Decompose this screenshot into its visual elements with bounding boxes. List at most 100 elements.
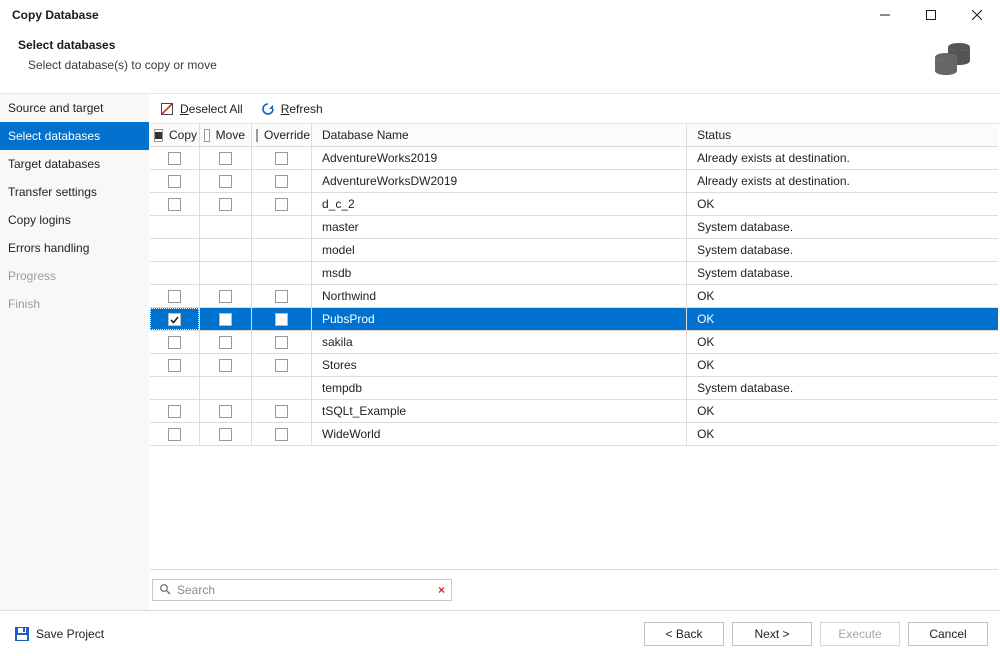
- table-row[interactable]: WideWorld OK: [150, 423, 998, 446]
- wizard-step-progress: Progress: [0, 262, 149, 290]
- save-project-button[interactable]: Save Project: [10, 622, 108, 646]
- copy-checkbox[interactable]: [168, 175, 181, 188]
- database-name: AdventureWorks2019: [322, 151, 437, 165]
- wizard-step-target-databases[interactable]: Target databases: [0, 150, 149, 178]
- override-checkbox[interactable]: [275, 175, 288, 188]
- table-row[interactable]: Stores OK: [150, 354, 998, 377]
- col-header-override[interactable]: Override: [252, 124, 312, 146]
- copy-checkbox[interactable]: [168, 290, 181, 303]
- database-status: System database.: [697, 381, 793, 395]
- table-row[interactable]: tSQLt_Example OK: [150, 400, 998, 423]
- titlebar: Copy Database: [0, 0, 1000, 30]
- copy-checkbox[interactable]: [168, 359, 181, 372]
- col-header-database-name[interactable]: Database Name: [312, 124, 687, 146]
- copy-checkbox[interactable]: [168, 152, 181, 165]
- move-checkbox[interactable]: [219, 175, 232, 188]
- database-name: Stores: [322, 358, 357, 372]
- database-status: OK: [697, 335, 714, 349]
- copy-checkbox[interactable]: [168, 405, 181, 418]
- table-row[interactable]: msdbSystem database.: [150, 262, 998, 285]
- move-checkbox[interactable]: [219, 405, 232, 418]
- copy-checkbox[interactable]: [168, 428, 181, 441]
- database-status: Already exists at destination.: [697, 174, 850, 188]
- database-name: tSQLt_Example: [322, 404, 406, 418]
- database-status: OK: [697, 427, 714, 441]
- database-status: System database.: [697, 266, 793, 280]
- table-row[interactable]: model System database.: [150, 239, 998, 262]
- database-status: OK: [697, 358, 714, 372]
- table-row[interactable]: sakilaOK: [150, 331, 998, 354]
- override-checkbox[interactable]: [275, 313, 288, 326]
- save-icon: [14, 626, 30, 642]
- clear-search-button[interactable]: ×: [438, 583, 445, 597]
- move-checkbox[interactable]: [219, 152, 232, 165]
- copy-checkbox[interactable]: [168, 313, 181, 326]
- move-checkbox[interactable]: [219, 336, 232, 349]
- move-checkbox[interactable]: [219, 198, 232, 211]
- table-row[interactable]: AdventureWorks2019 Already exists at dest…: [150, 147, 998, 170]
- back-button[interactable]: < Back: [644, 622, 724, 646]
- override-checkbox[interactable]: [275, 428, 288, 441]
- override-checkbox[interactable]: [275, 336, 288, 349]
- override-checkbox[interactable]: [275, 152, 288, 165]
- wizard-step-copy-logins[interactable]: Copy logins: [0, 206, 149, 234]
- search-input[interactable]: Search ×: [152, 579, 452, 601]
- refresh-icon: [261, 102, 275, 116]
- cancel-button[interactable]: Cancel: [908, 622, 988, 646]
- move-checkbox[interactable]: [219, 428, 232, 441]
- wizard-step-select-databases[interactable]: Select databases: [0, 122, 149, 150]
- database-status: System database.: [697, 243, 793, 257]
- grid-toolbar: Deselect All Refresh: [150, 94, 1000, 124]
- col-header-copy[interactable]: Copy: [150, 124, 200, 146]
- search-icon: [159, 583, 171, 598]
- next-button[interactable]: Next >: [732, 622, 812, 646]
- copy-checkbox[interactable]: [168, 336, 181, 349]
- override-checkbox[interactable]: [275, 359, 288, 372]
- wizard-step-source-and-target[interactable]: Source and target: [0, 94, 149, 122]
- move-checkbox[interactable]: [219, 313, 232, 326]
- refresh-button[interactable]: Refresh: [261, 102, 323, 116]
- database-name: master: [322, 220, 359, 234]
- close-button[interactable]: [954, 0, 1000, 30]
- table-row[interactable]: PubsProdOK: [150, 308, 998, 331]
- wizard-step-transfer-settings[interactable]: Transfer settings: [0, 178, 149, 206]
- execute-button[interactable]: Execute: [820, 622, 900, 646]
- move-checkbox[interactable]: [219, 290, 232, 303]
- col-header-move[interactable]: Move: [200, 124, 252, 146]
- move-checkbox[interactable]: [219, 359, 232, 372]
- database-status: OK: [697, 197, 714, 211]
- database-status: OK: [697, 404, 714, 418]
- table-row[interactable]: Northwind OK: [150, 285, 998, 308]
- database-name: model: [322, 243, 355, 257]
- copy-checkbox[interactable]: [168, 198, 181, 211]
- wizard-header: Select databases Select database(s) to c…: [0, 30, 1000, 93]
- header-override-checkbox[interactable]: [256, 129, 258, 142]
- deselect-icon: [160, 102, 174, 116]
- database-status: OK: [697, 289, 714, 303]
- wizard-step-finish: Finish: [0, 290, 149, 318]
- database-status: OK: [697, 312, 714, 326]
- table-row[interactable]: AdventureWorksDW2019Already exists at de…: [150, 170, 998, 193]
- page-title: Select databases: [18, 38, 932, 52]
- deselect-all-button[interactable]: Deselect All: [160, 102, 243, 116]
- override-checkbox[interactable]: [275, 405, 288, 418]
- database-status: Already exists at destination.: [697, 151, 850, 165]
- database-name: tempdb: [322, 381, 362, 395]
- minimize-button[interactable]: [862, 0, 908, 30]
- database-name: Northwind: [322, 289, 376, 303]
- database-status: System database.: [697, 220, 793, 234]
- override-checkbox[interactable]: [275, 290, 288, 303]
- header-move-checkbox[interactable]: [204, 129, 210, 142]
- table-row[interactable]: tempdb System database.: [150, 377, 998, 400]
- page-subtitle: Select database(s) to copy or move: [28, 58, 932, 72]
- override-checkbox[interactable]: [275, 198, 288, 211]
- table-row[interactable]: d_c_2OK: [150, 193, 998, 216]
- maximize-button[interactable]: [908, 0, 954, 30]
- header-copy-checkbox[interactable]: [154, 129, 163, 142]
- wizard-steps-sidebar: Source and targetSelect databasesTarget …: [0, 94, 150, 610]
- wizard-step-errors-handling[interactable]: Errors handling: [0, 234, 149, 262]
- database-name: WideWorld: [322, 427, 380, 441]
- table-row[interactable]: master System database.: [150, 216, 998, 239]
- search-placeholder: Search: [177, 583, 438, 597]
- col-header-status[interactable]: Status: [687, 124, 998, 146]
